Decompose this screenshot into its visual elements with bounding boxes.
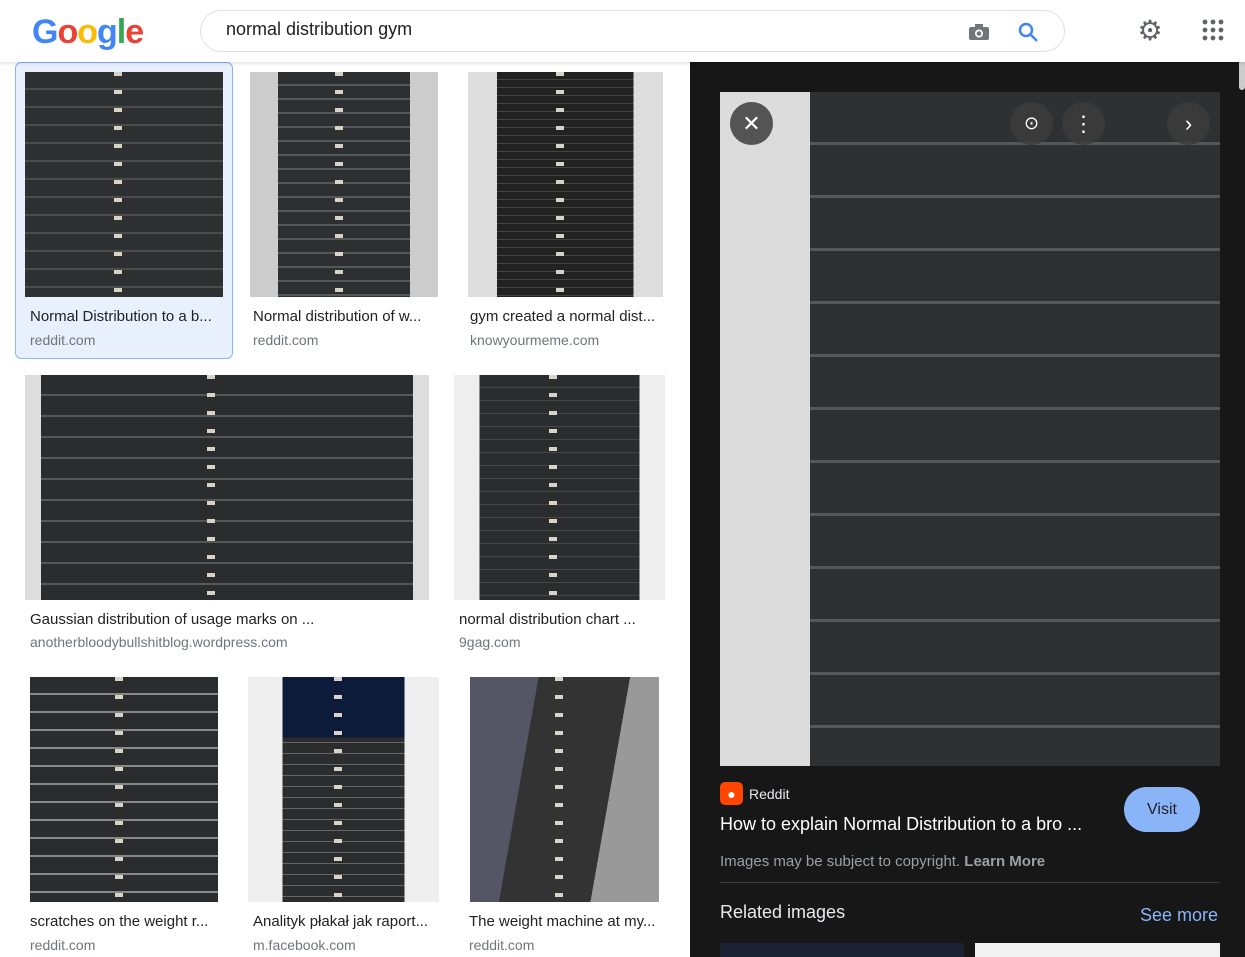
result-image[interactable] [470,677,659,902]
search-icon[interactable] [1015,19,1041,45]
result-title[interactable]: normal distribution chart ... [459,611,664,628]
result-title[interactable]: Normal Distribution to a b... [30,308,220,325]
result-title[interactable]: The weight machine at my... [469,913,661,930]
result-title[interactable]: Gaussian distribution of usage marks on … [30,611,430,628]
more-options-icon[interactable]: ⋮ [1062,102,1105,145]
copyright-text: Images may be subject to copyright. [720,853,961,870]
learn-more-link[interactable]: Learn More [964,853,1045,870]
camera-icon[interactable] [966,19,992,45]
result-title[interactable]: gym created a normal dist... [470,308,663,325]
next-chevron-icon[interactable]: › [1167,102,1210,145]
result-source: reddit.com [469,937,535,953]
related-image[interactable] [720,943,964,957]
gear-icon[interactable]: ⚙ [1136,15,1164,46]
apps-grid-icon[interactable] [1200,17,1226,43]
result-image[interactable] [468,72,663,297]
result-image[interactable] [454,375,665,600]
search-box [200,10,1065,52]
result-source: reddit.com [253,332,319,348]
result-image[interactable] [248,677,439,902]
divider [720,882,1220,883]
lens-icon[interactable]: ⊙ [1010,102,1053,145]
preview-image[interactable] [720,92,1220,766]
result-source: anotherbloodybullshitblog.wordpress.com [30,634,288,650]
result-title[interactable]: scratches on the weight r... [30,913,218,930]
site-name[interactable]: Reddit [749,786,789,802]
see-more-link[interactable]: See more [1140,905,1218,926]
result-image[interactable] [25,72,223,297]
visit-button[interactable]: Visit [1124,787,1200,832]
result-source: 9gag.com [459,634,521,650]
header: Google ⚙ [0,0,1245,62]
result-source: reddit.com [30,332,96,348]
search-input[interactable] [226,19,926,40]
copyright-notice: Images may be subject to copyright. Lear… [720,853,1045,870]
related-images-heading: Related images [720,902,846,922]
related-image[interactable] [975,943,1220,957]
close-icon[interactable]: ✕ [730,102,773,145]
result-source: m.facebook.com [253,937,356,953]
result-title[interactable]: Analityk płakał jak raport... [253,913,438,930]
result-title[interactable]: Normal distribution of w... [253,308,438,325]
reddit-icon: ● [720,782,743,805]
result-source: reddit.com [30,937,96,953]
result-source: knowyourmeme.com [470,332,600,348]
preview-title[interactable]: How to explain Normal Distribution to a … [720,814,1082,835]
result-image[interactable] [250,72,438,297]
google-logo[interactable]: Google [32,13,144,52]
result-image[interactable] [30,677,218,902]
result-image[interactable] [25,375,429,600]
